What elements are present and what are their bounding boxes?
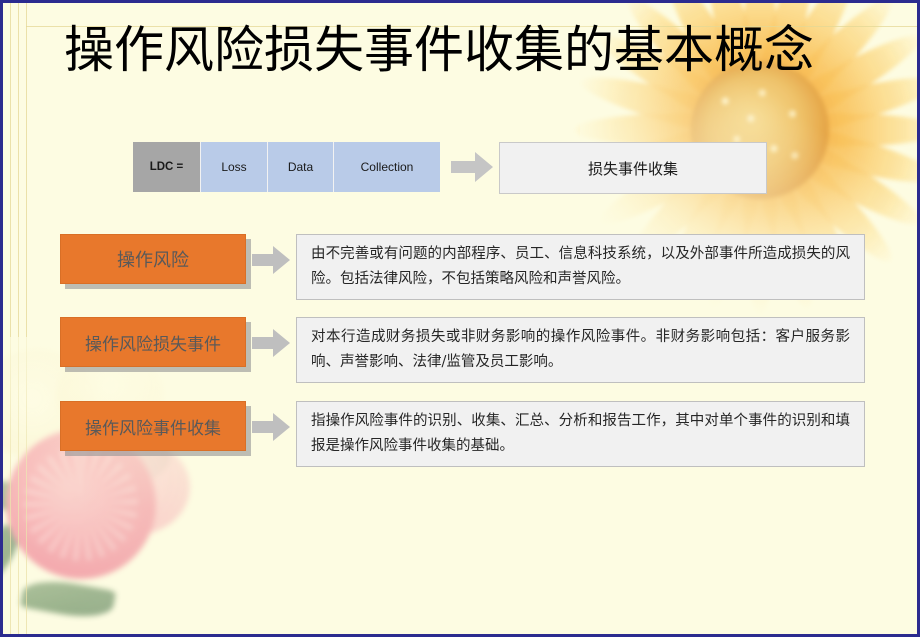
ldc-result-box: 损失事件收集 [499,142,767,194]
inner-rule [26,3,27,634]
definition-term-box: 操作风险 [60,234,246,284]
definition-description-box: 由不完善或有问题的内部程序、员工、信息科技系统，以及外部事件所造成损失的风险。包… [296,234,865,300]
ldc-term-loss: Loss [200,142,267,192]
slide-frame-left [0,0,3,637]
right-block-arrow-icon [451,152,493,182]
slide-title: 操作风险损失事件收集的基本概念 [64,21,814,79]
definition-term-box: 操作风险损失事件 [60,317,246,367]
right-block-arrow-icon [252,246,290,274]
definition-description-box: 指操作风险事件的识别、收集、汇总、分析和报告工作，其中对单个事件的识别和填报是操… [296,401,865,467]
ldc-term-collection: Collection [333,142,440,192]
ldc-lead-cell: LDC = [133,142,200,192]
inner-rule [10,3,11,634]
inner-rule [18,3,19,634]
definition-description-box: 对本行造成财务损失或非财务影响的操作风险事件。非财务影响包括：客户服务影响、声誉… [296,317,865,383]
slide-canvas: 操作风险损失事件收集的基本概念 LDC = Loss Data Collecti… [0,0,920,637]
carnation-fade-overlay [0,337,300,637]
right-block-arrow-icon [252,413,290,441]
ldc-acronym-table: LDC = Loss Data Collection [133,142,440,192]
slide-frame-top [0,0,920,3]
right-block-arrow-icon [252,329,290,357]
carnation-flowers-icon [0,337,290,637]
ldc-term-data: Data [267,142,333,192]
definition-term-box: 操作风险事件收集 [60,401,246,451]
